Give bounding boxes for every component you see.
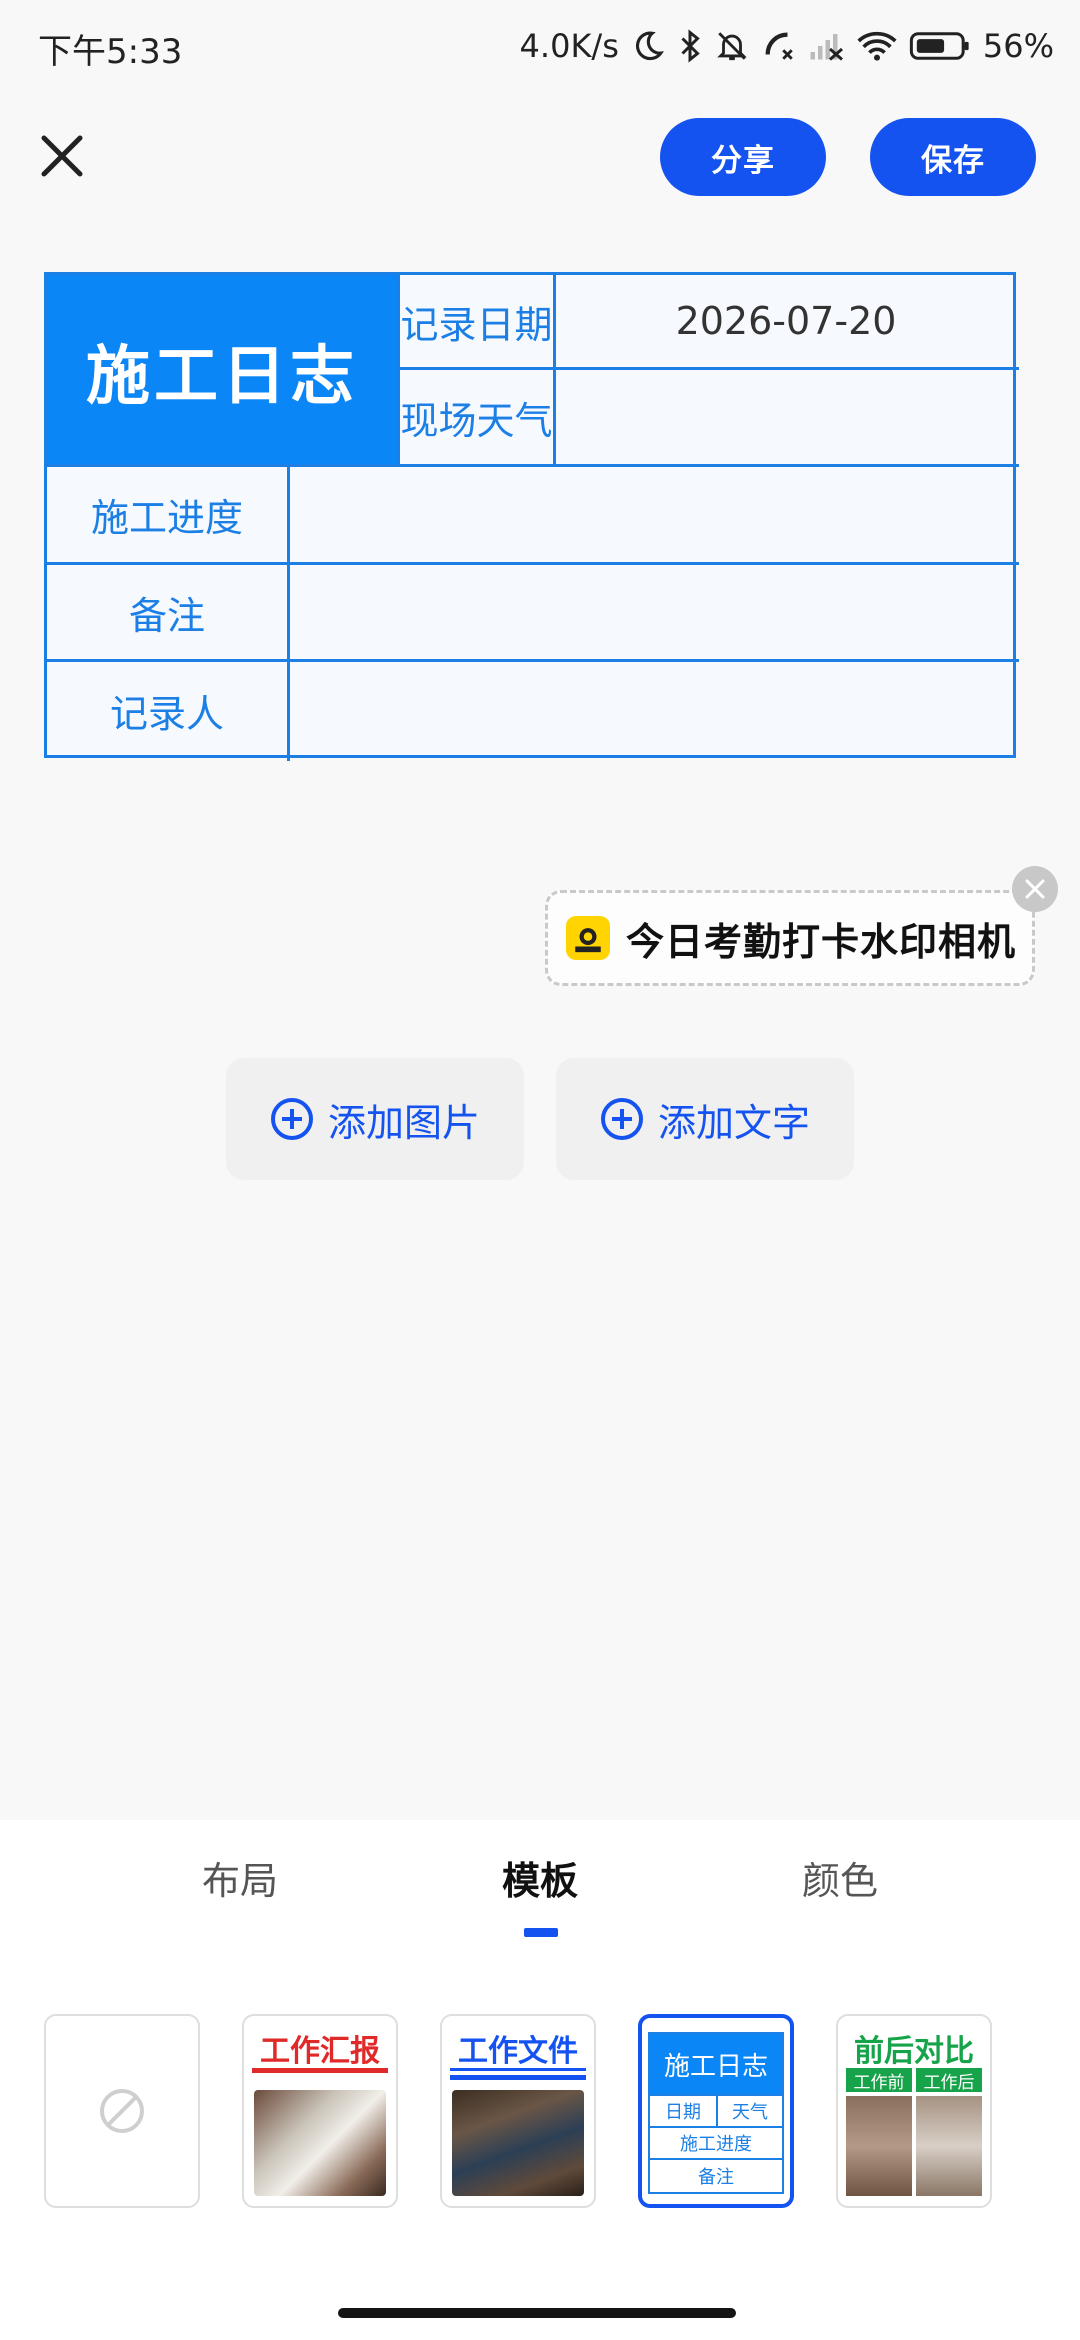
thumbnail-photo: [254, 2090, 386, 2196]
date-label: 记录日期: [400, 302, 553, 347]
tab-layout[interactable]: 布局: [140, 1850, 340, 1905]
before-label: 工作前: [846, 2068, 912, 2093]
status-bar: 下午5:33 4.0K/s 56%: [0, 0, 1080, 92]
save-button[interactable]: 保存: [870, 118, 1036, 196]
brand-sticker[interactable]: 今日考勤打卡水印相机: [545, 890, 1035, 986]
add-text-button[interactable]: 添加文字: [556, 1058, 854, 1180]
home-indicator[interactable]: [338, 2308, 736, 2318]
weather-label: 现场天气: [400, 398, 553, 443]
title-underline: [450, 2075, 586, 2080]
signal-off-icon: [809, 31, 845, 61]
progress-value[interactable]: [290, 467, 1016, 562]
active-tab-indicator: [524, 1928, 558, 1937]
weather-value[interactable]: [556, 370, 1016, 464]
mute-bell-icon: [715, 29, 749, 63]
call-forward-icon: [761, 29, 797, 63]
template-work-report[interactable]: 工作汇报: [242, 2014, 398, 2208]
bluetooth-icon: [677, 28, 703, 64]
template-title: 工作汇报: [260, 2034, 380, 2069]
tab-template[interactable]: 模板: [440, 1850, 640, 1905]
mini-notes: 备注: [698, 2167, 734, 2188]
construction-log-watermark[interactable]: 施工日志 记录日期 2026-07-20 现场天气 施工进度 备注 记录人: [44, 272, 1019, 761]
title-underline: [252, 2068, 388, 2073]
plus-circle-icon: [600, 1098, 643, 1140]
before-photo: [846, 2096, 912, 2196]
add-text-label: 添加文字: [657, 1100, 810, 1145]
watermark-title: 施工日志: [47, 275, 397, 467]
plus-circle-icon: [270, 1098, 313, 1140]
progress-label: 施工进度: [90, 496, 243, 540]
title-underline: [450, 2068, 586, 2071]
battery-percent: 56%: [982, 27, 1054, 65]
recorder-value[interactable]: [290, 662, 1016, 758]
add-image-label: 添加图片: [327, 1100, 480, 1145]
mini-title: 施工日志: [650, 2034, 782, 2094]
notes-label: 备注: [128, 593, 205, 638]
close-button[interactable]: [36, 130, 88, 182]
mini-table: 施工日志 日期 天气 施工进度 备注: [648, 2032, 784, 2194]
close-icon: [1025, 879, 1045, 899]
status-icons: 4.0K/s 56%: [520, 18, 1054, 74]
template-work-file[interactable]: 工作文件: [440, 2014, 596, 2208]
template-before-after[interactable]: 前后对比 工作前 工作后: [836, 2014, 992, 2208]
template-title: 前后对比: [854, 2034, 974, 2069]
wifi-icon: [857, 31, 897, 61]
close-icon: [41, 135, 83, 177]
after-label: 工作后: [916, 2068, 982, 2093]
sticker-close-button[interactable]: [1012, 866, 1058, 912]
none-icon: [100, 2089, 144, 2133]
add-image-button[interactable]: 添加图片: [226, 1058, 524, 1180]
after-photo: [916, 2096, 982, 2196]
template-none[interactable]: [44, 2014, 200, 2208]
thumbnail-photo: [452, 2090, 584, 2196]
date-value[interactable]: 2026-07-20: [556, 275, 1016, 367]
template-construction-log[interactable]: 施工日志 日期 天气 施工进度 备注: [638, 2014, 794, 2208]
template-title: 工作文件: [458, 2034, 578, 2069]
mini-weather: 天气: [732, 2102, 768, 2123]
battery-icon: [909, 31, 971, 61]
mini-progress: 施工进度: [680, 2134, 752, 2155]
tab-color[interactable]: 颜色: [740, 1850, 940, 1905]
mini-date: 日期: [665, 2102, 701, 2123]
notes-value[interactable]: [290, 565, 1016, 659]
sticker-text: 今日考勤打卡水印相机: [626, 919, 1017, 964]
camera-logo-icon: [566, 916, 610, 960]
network-speed: 4.0K/s: [519, 27, 619, 65]
status-time: 下午5:33: [38, 32, 183, 72]
recorder-label: 记录人: [109, 691, 224, 736]
moon-icon: [631, 29, 665, 63]
share-button[interactable]: 分享: [660, 118, 826, 196]
